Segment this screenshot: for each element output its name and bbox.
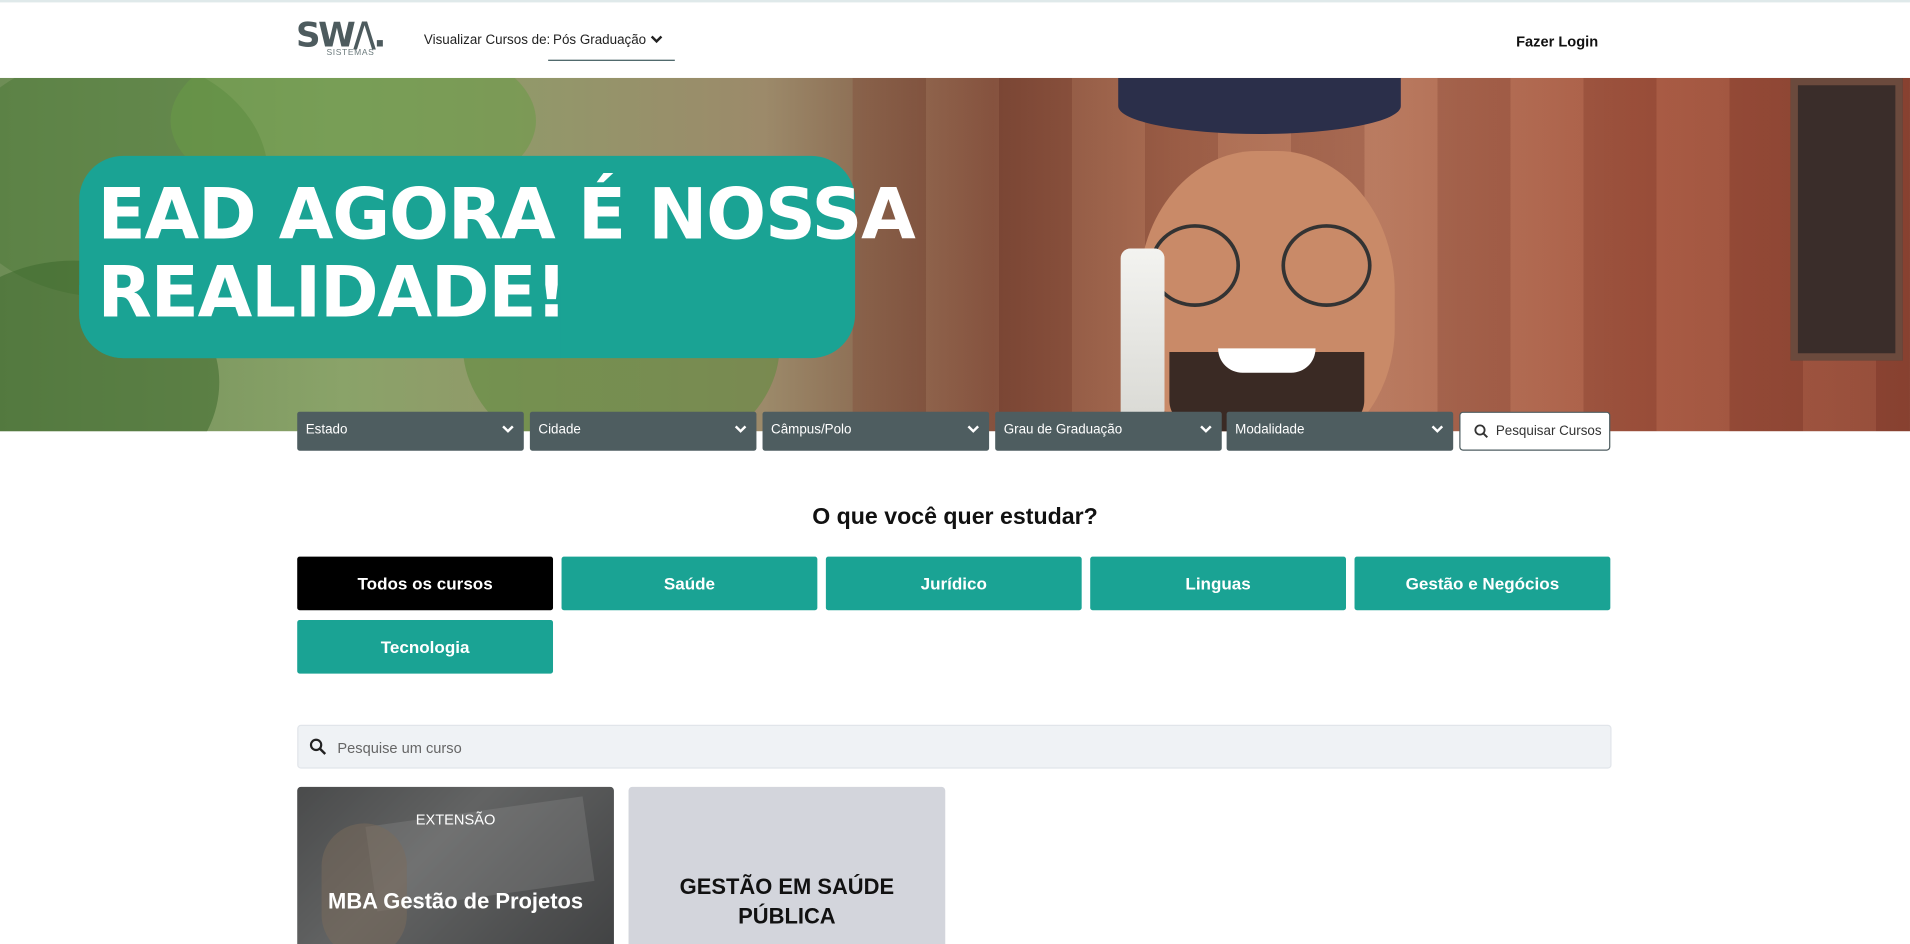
filter-label: Câmpus/Polo xyxy=(771,422,852,438)
filter-modalidade[interactable]: Modalidade xyxy=(1226,411,1454,451)
chevron-down-icon xyxy=(502,425,514,433)
filter-campus-polo[interactable]: Câmpus/Polo xyxy=(762,411,990,451)
logo[interactable]: SW/\. SISTEMAS xyxy=(296,15,391,63)
chevron-down-icon xyxy=(734,425,747,433)
filter-label: Modalidade xyxy=(1235,422,1305,438)
page: SW/\. SISTEMAS Visualizar Cursos de: Pós… xyxy=(0,0,1910,944)
graduation-cap xyxy=(1118,77,1401,134)
search-icon xyxy=(309,738,327,755)
course-card-title: MBA Gestão de Projetos xyxy=(328,889,584,914)
category-todos-os-cursos[interactable]: Todos os cursos xyxy=(297,556,554,611)
hero-headline-line2: REALIDADE! xyxy=(97,250,567,334)
course-level-value: Pós Graduação xyxy=(553,32,647,48)
course-search-input[interactable] xyxy=(334,733,1558,763)
course-card-mba-gestao-projetos[interactable]: EXTENSÃO MBA Gestão de Projetos xyxy=(297,786,614,944)
category-juridico[interactable]: Jurídico xyxy=(825,556,1082,611)
filter-label: Cidade xyxy=(538,422,581,438)
cap-tassel xyxy=(1120,248,1165,432)
chevron-down-icon xyxy=(967,425,979,433)
category-tecnologia[interactable]: Tecnologia xyxy=(297,620,554,674)
filter-cidade[interactable]: Cidade xyxy=(529,411,757,451)
filter-label: Estado xyxy=(305,422,348,438)
chevron-down-icon xyxy=(1431,425,1444,433)
filter-label: Grau de Graduação xyxy=(1003,422,1123,438)
building-window xyxy=(1790,77,1903,361)
category-saude[interactable]: Saúde xyxy=(561,556,818,611)
view-courses-label: Visualizar Cursos de: xyxy=(423,32,551,48)
header: SW/\. SISTEMAS Visualizar Cursos de: Pós… xyxy=(0,2,1910,78)
filter-bar: Estado Cidade Câmpus/Polo Grau de Gradua… xyxy=(297,411,1613,451)
course-search-box xyxy=(297,724,1612,769)
logo-subtext: SISTEMAS xyxy=(326,48,375,58)
course-card-gestao-saude-publica[interactable]: GESTÃO EM SAÚDE PÚBLICA xyxy=(628,786,946,944)
login-link[interactable]: Fazer Login xyxy=(1516,33,1598,50)
course-card-tag: EXTENSÃO xyxy=(415,811,496,829)
section-title: O que você quer estudar? xyxy=(812,504,1098,530)
chevron-down-icon xyxy=(1200,425,1212,433)
course-card-title: GESTÃO EM SAÚDE PÚBLICA xyxy=(679,874,895,929)
graduate-smile xyxy=(1218,348,1316,373)
search-icon xyxy=(1474,424,1488,438)
chevron-down-icon xyxy=(650,35,663,44)
filter-estado[interactable]: Estado xyxy=(297,411,524,451)
hero-headline: EAD AGORA É NOSSA REALIDADE! xyxy=(97,172,915,334)
filter-grau-graduacao[interactable]: Grau de Graduação xyxy=(995,411,1222,451)
category-linguas[interactable]: Linguas xyxy=(1090,556,1347,611)
glasses-right-lens xyxy=(1281,224,1372,307)
course-level-select[interactable]: Pós Graduação xyxy=(548,22,675,61)
search-courses-button[interactable]: Pesquisar Cursos xyxy=(1459,411,1611,451)
hero-banner: EAD AGORA É NOSSA REALIDADE! xyxy=(0,77,1910,432)
search-courses-label: Pesquisar Cursos xyxy=(1495,423,1602,439)
category-gestao-negocios[interactable]: Gestão e Negócios xyxy=(1354,556,1611,611)
hero-headline-line1: EAD AGORA É NOSSA xyxy=(97,172,915,256)
